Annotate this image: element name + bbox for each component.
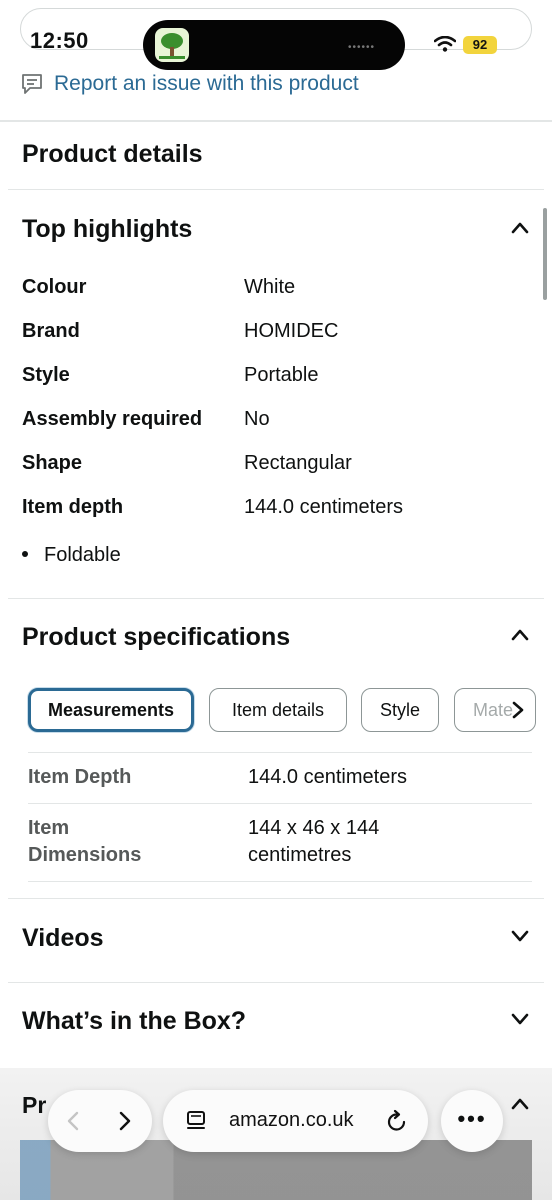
chevron-down-icon[interactable] bbox=[510, 1009, 530, 1029]
highlight-key: Colour bbox=[22, 276, 87, 298]
section-divider bbox=[8, 898, 544, 899]
highlight-row: Item depth 144.0 centimeters bbox=[22, 496, 522, 519]
tab-materials[interactable]: Mate bbox=[454, 688, 536, 732]
url-text[interactable]: amazon.co.uk bbox=[229, 1109, 354, 1132]
page-menu-icon[interactable] bbox=[185, 1110, 207, 1132]
reload-icon[interactable] bbox=[386, 1109, 408, 1133]
tab-measurements[interactable]: Measurements bbox=[28, 688, 194, 732]
highlight-row: Brand HOMIDEC bbox=[22, 320, 522, 343]
scrollbar[interactable] bbox=[543, 208, 547, 300]
section-divider bbox=[8, 598, 544, 599]
highlight-value: Rectangular bbox=[244, 452, 352, 474]
tab-style[interactable]: Style bbox=[361, 688, 439, 732]
report-issue-text[interactable]: Report an issue with this product bbox=[54, 72, 359, 96]
battery-indicator: 92 bbox=[463, 36, 497, 54]
more-options-button[interactable]: ••• bbox=[441, 1090, 503, 1152]
highlight-bullet: Foldable bbox=[22, 544, 121, 567]
address-bar[interactable]: amazon.co.uk bbox=[163, 1090, 428, 1152]
spec-table-value-line: centimetres bbox=[248, 844, 352, 866]
highlight-value: HOMIDEC bbox=[244, 320, 339, 342]
spec-table-value-line: 144 x 46 x 144 bbox=[248, 817, 380, 839]
tab-materials-label: Mate bbox=[473, 699, 514, 720]
spec-table-key: Item Dimensions bbox=[28, 815, 228, 869]
table-divider bbox=[28, 881, 532, 882]
whats-in-box-title[interactable]: What’s in the Box? bbox=[22, 1007, 246, 1036]
feedback-icon bbox=[22, 74, 42, 94]
dynamic-island: •••••• bbox=[143, 20, 405, 70]
table-divider bbox=[28, 752, 532, 753]
tab-item-details[interactable]: Item details bbox=[209, 688, 347, 732]
product-specifications-title[interactable]: Product specifications bbox=[22, 623, 290, 652]
highlight-value: White bbox=[244, 276, 296, 298]
chevron-up-icon[interactable] bbox=[510, 218, 530, 238]
spec-table-key: Item Depth bbox=[28, 766, 132, 788]
spec-table-value: 144 x 46 x 144 centimetres bbox=[248, 815, 508, 869]
highlight-value: Portable bbox=[244, 364, 319, 386]
island-activity-indicator: •••••• bbox=[347, 42, 375, 53]
wifi-icon bbox=[434, 36, 456, 52]
highlight-row: Assembly required No bbox=[22, 408, 522, 431]
spec-table-value: 144.0 centimeters bbox=[248, 766, 407, 788]
highlight-key: Shape bbox=[22, 452, 83, 474]
forward-arrow-icon[interactable] bbox=[118, 1110, 132, 1132]
chevron-down-icon[interactable] bbox=[510, 926, 530, 946]
highlight-key: Brand bbox=[22, 320, 80, 342]
navigation-controls bbox=[48, 1090, 152, 1152]
bullet-text: Foldable bbox=[44, 544, 121, 566]
section-divider bbox=[8, 982, 544, 983]
app-tree-icon bbox=[155, 28, 189, 62]
product-details-title: Product details bbox=[22, 140, 203, 168]
highlight-row: Style Portable bbox=[22, 364, 522, 387]
report-issue-link[interactable]: Report an issue with this product bbox=[20, 72, 359, 96]
highlight-value: No bbox=[244, 408, 270, 430]
chevron-up-icon[interactable] bbox=[510, 1094, 530, 1114]
highlight-value: 144.0 centimeters bbox=[244, 496, 403, 518]
table-divider bbox=[28, 803, 532, 804]
chevron-right-icon[interactable] bbox=[511, 700, 525, 720]
highlight-row: Colour White bbox=[22, 276, 522, 299]
top-highlights-title[interactable]: Top highlights bbox=[22, 215, 192, 244]
highlight-row: Shape Rectangular bbox=[22, 452, 522, 475]
section-divider bbox=[0, 120, 552, 122]
section-divider bbox=[8, 189, 544, 190]
spec-table-key-line: Item bbox=[28, 817, 70, 839]
obscured-section-title[interactable]: Pr bbox=[22, 1092, 46, 1119]
videos-title[interactable]: Videos bbox=[22, 924, 104, 953]
highlight-key: Assembly required bbox=[22, 408, 203, 430]
spec-table-key-line: Dimensions bbox=[28, 844, 142, 866]
chevron-up-icon[interactable] bbox=[510, 625, 530, 645]
highlight-key: Item depth bbox=[22, 496, 124, 518]
status-time: 12:50 bbox=[30, 28, 89, 53]
back-arrow-icon[interactable] bbox=[66, 1110, 80, 1132]
bullet-dot-icon bbox=[22, 551, 28, 558]
highlight-key: Style bbox=[22, 364, 70, 386]
